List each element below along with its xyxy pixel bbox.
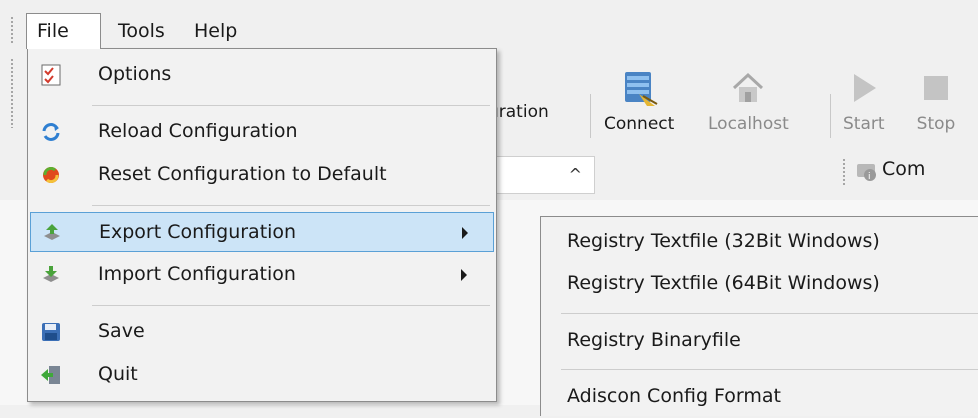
start-button[interactable]: Start — [843, 68, 885, 134]
submenu-item-label: Adiscon Config Format — [567, 385, 782, 407]
export-icon — [44, 224, 60, 240]
submenu-arrow-icon — [461, 269, 467, 281]
import-icon — [43, 266, 59, 282]
exit-icon — [41, 366, 60, 384]
toolbar-grip[interactable] — [10, 58, 14, 128]
menu-item-export-configuration[interactable]: Export Configuration — [30, 212, 494, 252]
configuration-button[interactable]: uration — [488, 102, 549, 122]
localhost-label: Localhost — [708, 114, 789, 134]
menu-item-import-configuration[interactable]: Import Configuration — [30, 255, 494, 295]
menu-item-label: Save — [98, 320, 145, 342]
toolbar2-grip[interactable] — [842, 158, 846, 186]
menu-item-quit[interactable]: Quit — [30, 355, 494, 395]
export-configuration-submenu: Registry Textfile (32Bit Windows) Regist… — [540, 216, 978, 416]
secondary-toolbar-label[interactable]: Com — [882, 158, 925, 180]
stop-icon — [924, 76, 948, 100]
server-connect-icon — [625, 72, 658, 106]
submenu-item-adiscon-config-format[interactable]: Adiscon Config Format — [541, 376, 978, 418]
menu-separator — [92, 305, 490, 306]
submenu-separator — [561, 313, 978, 314]
menu-item-options[interactable]: Options — [30, 55, 494, 95]
start-label: Start — [843, 114, 885, 134]
toolbar-separator — [590, 94, 591, 138]
localhost-button[interactable]: Localhost — [708, 68, 789, 134]
menu-item-label: Reset Configuration to Default — [98, 163, 387, 185]
menu-bar: File Tools Help — [0, 0, 978, 50]
toolbar-separator — [830, 94, 831, 138]
reset-icon — [43, 167, 59, 183]
play-icon — [853, 74, 876, 102]
menu-item-label: Import Configuration — [98, 263, 296, 285]
submenu-item-registry-textfile-32bit[interactable]: Registry Textfile (32Bit Windows) — [541, 221, 978, 263]
menu-file[interactable]: File — [26, 13, 101, 49]
file-menu-dropdown: Options Reload Configuration Reset Confi… — [27, 48, 497, 402]
configuration-label: uration — [488, 102, 549, 122]
menu-item-label: Reload Configuration — [98, 120, 298, 142]
stop-button[interactable]: Stop — [916, 68, 956, 134]
menu-help[interactable]: Help — [184, 13, 247, 49]
menu-separator — [92, 105, 490, 106]
chevron-up-icon[interactable]: ^ — [569, 165, 582, 184]
menubar-grip[interactable] — [10, 16, 14, 44]
submenu-separator — [561, 369, 978, 370]
menu-item-label: Options — [98, 63, 172, 85]
connect-button[interactable]: Connect — [604, 68, 674, 134]
submenu-arrow-icon — [462, 227, 468, 239]
menu-separator — [92, 205, 490, 206]
menu-item-save[interactable]: Save — [30, 312, 494, 352]
refresh-icon — [42, 123, 60, 141]
submenu-item-registry-binaryfile[interactable]: Registry Binaryfile — [541, 320, 978, 362]
menu-tools[interactable]: Tools — [108, 13, 175, 49]
submenu-item-label: Registry Textfile (64Bit Windows) — [567, 272, 880, 294]
submenu-item-label: Registry Binaryfile — [567, 329, 741, 351]
connect-label: Connect — [604, 114, 675, 134]
checklist-icon — [41, 64, 61, 86]
home-icon — [733, 72, 764, 102]
submenu-item-label: Registry Textfile (32Bit Windows) — [567, 230, 880, 252]
svg-text:i: i — [868, 172, 871, 182]
menu-item-label: Quit — [98, 363, 138, 385]
submenu-item-registry-textfile-64bit[interactable]: Registry Textfile (64Bit Windows) — [541, 263, 978, 305]
floppy-disk-icon — [42, 323, 60, 341]
info-computer-icon: i — [857, 164, 876, 182]
menu-item-label: Export Configuration — [99, 221, 297, 243]
stop-label: Stop — [916, 114, 956, 134]
menu-item-reset-configuration[interactable]: Reset Configuration to Default — [30, 155, 494, 195]
menu-item-reload-configuration[interactable]: Reload Configuration — [30, 112, 494, 152]
